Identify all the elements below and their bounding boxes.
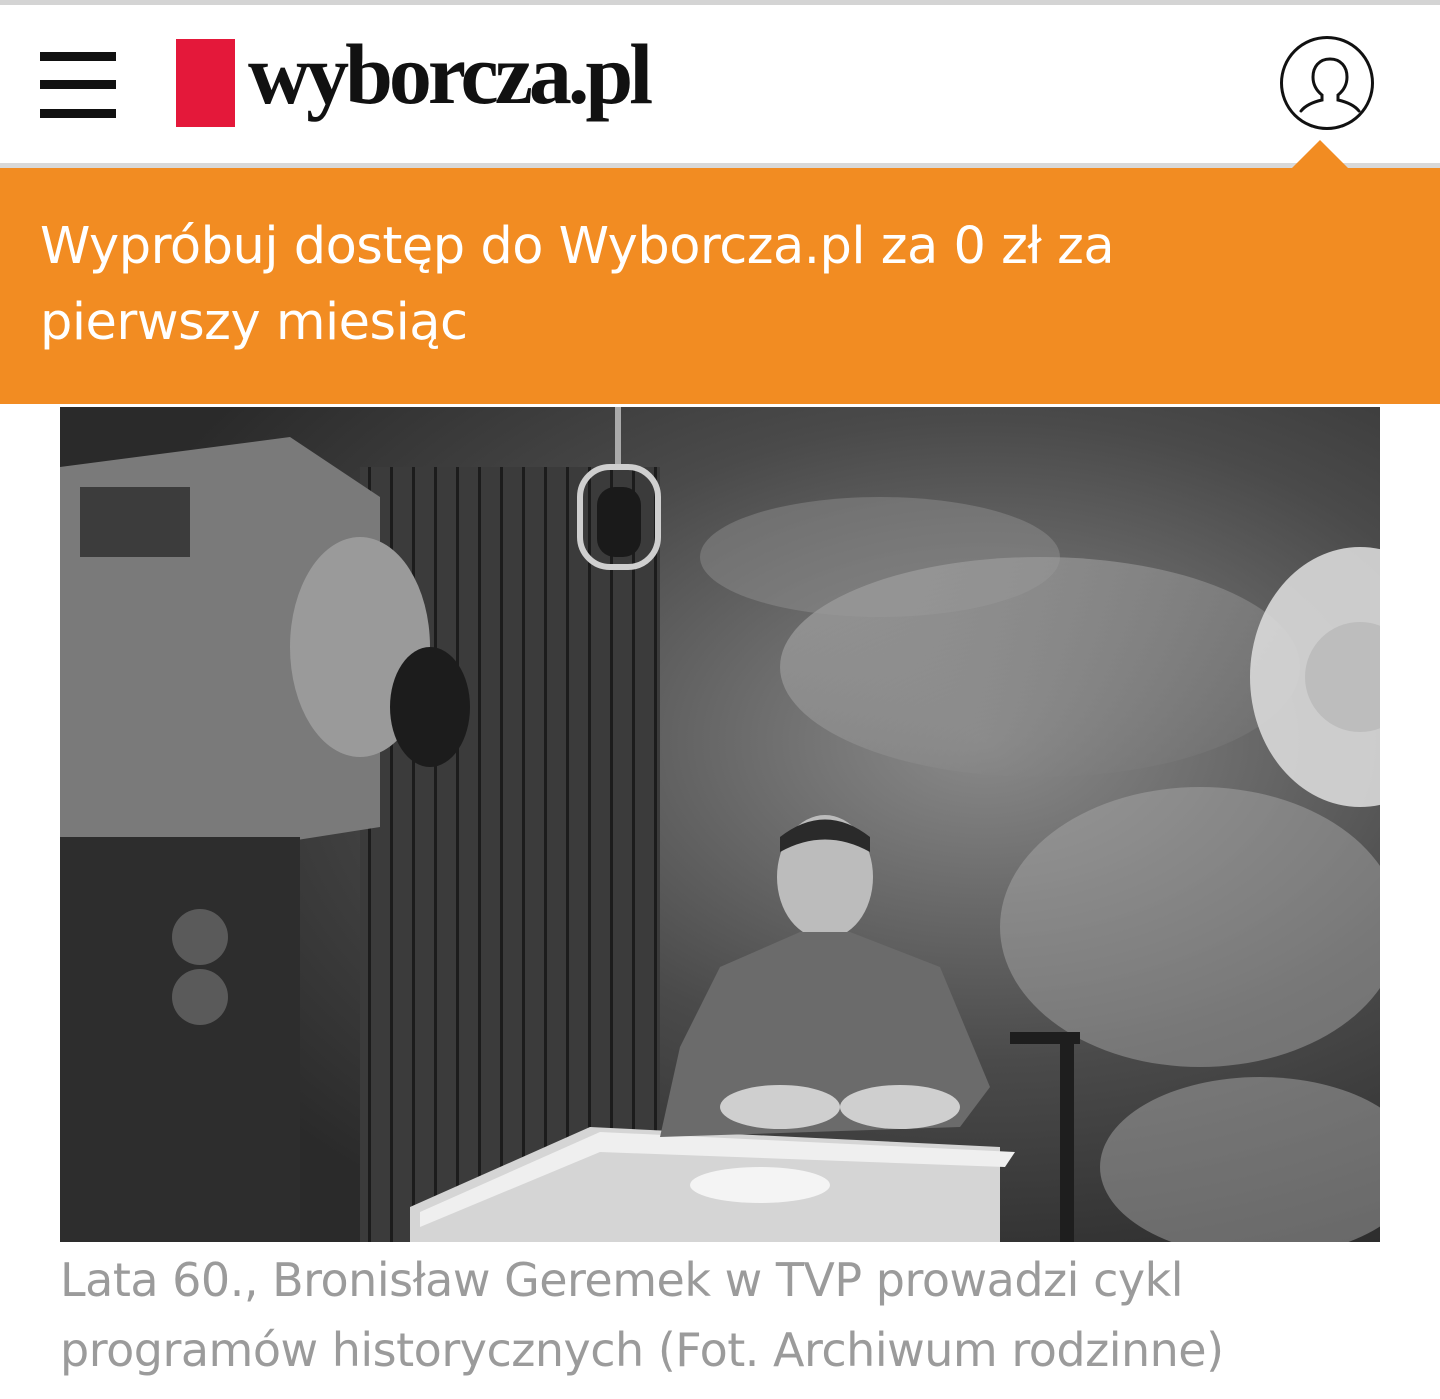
promo-pointer-arrow [1292,140,1348,168]
hamburger-menu-icon[interactable] [40,52,116,118]
logo-red-mark [176,39,235,127]
photo-caption: Lata 60., Bronisław Geremek w TVP prowad… [60,1253,1224,1377]
site-header: wyborcza.pl [0,5,1440,163]
article-photo[interactable] [60,407,1380,1242]
promo-text: Wypróbuj dostęp do Wyborcza.pl za 0 zł z… [40,217,1115,352]
free-trial-promo-banner[interactable]: Wypróbuj dostęp do Wyborcza.pl za 0 zł z… [0,140,1440,404]
user-account-icon[interactable] [1280,36,1374,130]
logo-text: wyborcza.pl [248,26,653,122]
